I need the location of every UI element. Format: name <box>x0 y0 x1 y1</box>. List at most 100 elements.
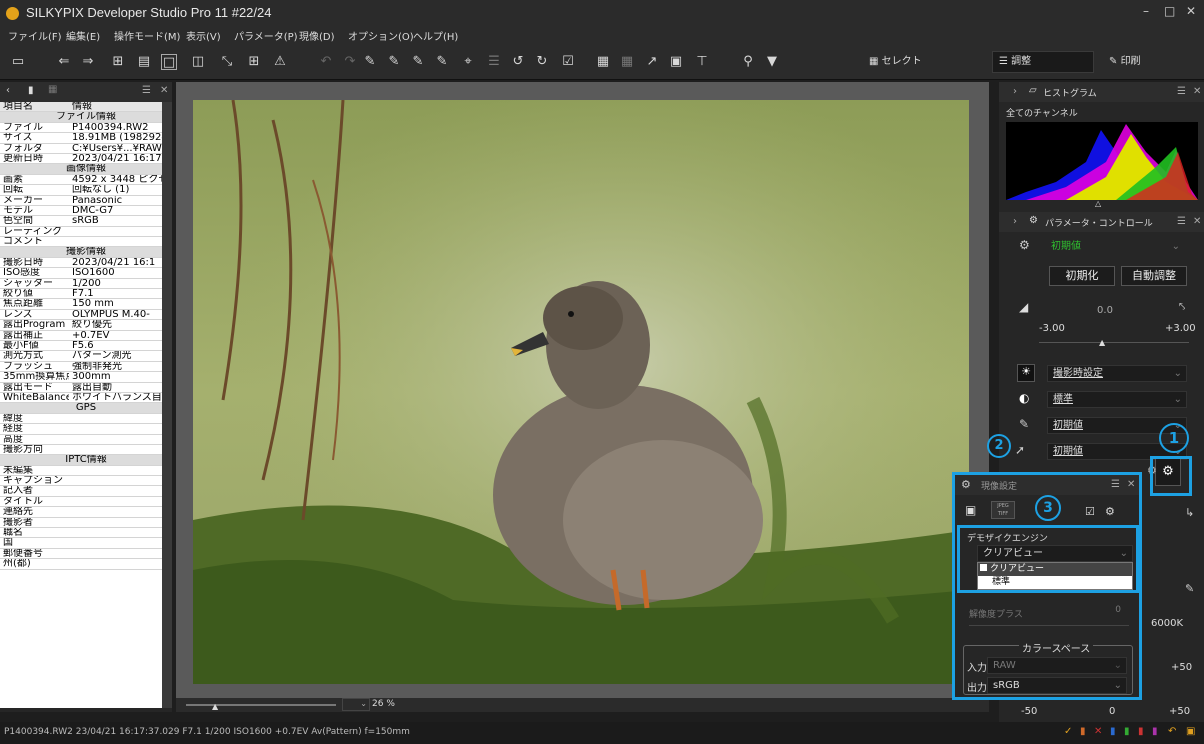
info-section-header[interactable]: ファイル情報 <box>0 112 172 123</box>
info-tab-icon[interactable]: ▮ <box>28 85 34 96</box>
status-red-tag-icon[interactable]: ▮ <box>1138 726 1144 737</box>
tone-icon[interactable]: ◐ <box>1019 391 1029 405</box>
reset-button[interactable]: 初期化 <box>1049 266 1115 286</box>
export-arrow-icon[interactable]: ↳ <box>1185 506 1194 519</box>
status-green-tag-icon[interactable]: ▮ <box>1124 726 1130 737</box>
param-menu-icon[interactable]: ☰ <box>1177 216 1186 227</box>
param-expand-icon[interactable]: › <box>1013 216 1017 227</box>
info-section-header[interactable]: IPTC情報 <box>0 455 172 466</box>
menu-edit[interactable]: 編集(E) <box>66 28 100 43</box>
checkbox-icon[interactable]: ☑ <box>560 54 576 70</box>
output-select[interactable]: sRGB ⌄ <box>987 677 1127 694</box>
auto-adjust-button[interactable]: 自動調整 <box>1121 266 1187 286</box>
sharpness-icon[interactable]: ✎ <box>1019 417 1029 431</box>
dev-settings-icon[interactable]: ⚙ <box>1105 505 1115 518</box>
redo-icon[interactable]: ↷ <box>342 54 358 70</box>
histogram-menu-icon[interactable]: ☰ <box>1177 86 1186 97</box>
filmstrip-view-icon[interactable]: ▤ <box>136 54 152 70</box>
fullscreen-icon[interactable]: ⤡ <box>219 54 235 70</box>
print-button[interactable]: ✎ 印刷 <box>1102 51 1194 73</box>
stack-icon[interactable]: ☰ <box>486 54 502 70</box>
status-undo-icon[interactable]: ↶ <box>1168 726 1176 737</box>
resolution-slider[interactable] <box>969 625 1129 626</box>
histogram-marker-icon[interactable]: △ <box>1095 199 1101 208</box>
rotate-left-icon[interactable]: ↺ <box>510 54 526 70</box>
zoom-dropdown[interactable]: ⌄ <box>342 698 370 711</box>
zoom-slider[interactable] <box>186 704 336 706</box>
panel-close-icon[interactable]: ✕ <box>160 85 168 96</box>
dropper-icon[interactable]: ✎ <box>1185 582 1194 595</box>
status-check-icon[interactable]: ✓ <box>1064 726 1072 737</box>
exposure-slider[interactable] <box>1039 342 1189 343</box>
histogram-expand-icon[interactable]: › <box>1013 86 1017 97</box>
develop-all-icon[interactable]: ▦ <box>619 54 635 70</box>
select-button[interactable]: ▦ セレクト <box>862 51 972 73</box>
resolution-value-box[interactable]: 0 <box>1065 605 1121 619</box>
menu-mode[interactable]: 操作モード(M) <box>114 28 180 43</box>
param-close-icon[interactable]: ✕ <box>1193 216 1201 227</box>
menu-help[interactable]: ヘルプ(H) <box>413 28 458 43</box>
grid-icon[interactable]: ⊞ <box>246 54 262 70</box>
panel-menu-icon[interactable]: ☰ <box>142 85 151 96</box>
menu-view[interactable]: 表示(V) <box>186 28 221 43</box>
paste-all-icon[interactable]: ✎ <box>410 54 426 70</box>
copy-param-icon[interactable]: ✎ <box>362 54 378 70</box>
exposure-auto-icon[interactable]: ⤣ <box>1179 300 1185 314</box>
menu-parameter[interactable]: パラメータ(P) <box>234 28 298 43</box>
prev-image-icon[interactable]: ⇐ <box>56 54 72 70</box>
adjust-button[interactable]: ☰ 調整 <box>992 51 1094 73</box>
menu-file[interactable]: ファイル(F) <box>8 28 62 43</box>
info-scrollbar[interactable] <box>162 102 172 708</box>
single-view-icon[interactable]: □ <box>161 54 177 70</box>
minimize-button[interactable]: – <box>1143 4 1149 18</box>
wb-select[interactable]: 撮影時設定 ⌄ <box>1047 365 1187 382</box>
open-file-icon[interactable]: ▭ <box>10 54 26 70</box>
tone-select[interactable]: 標準 ⌄ <box>1047 391 1187 408</box>
filter-icon[interactable]: ▼ <box>764 54 780 70</box>
status-blue-tag-icon[interactable]: ▮ <box>1110 726 1116 737</box>
menu-develop[interactable]: 現像(D) <box>299 28 335 43</box>
lock-icon[interactable]: ▣ <box>965 503 976 517</box>
dev-close-icon[interactable]: ✕ <box>1127 479 1135 490</box>
status-purple-tag-icon[interactable]: ▮ <box>1152 726 1158 737</box>
thumbnail-view-icon[interactable]: ⊞ <box>110 54 126 70</box>
demosaic-select[interactable]: クリアビュー ⌄ <box>977 545 1133 562</box>
next-image-icon[interactable]: ⇒ <box>80 54 96 70</box>
warning-icon[interactable]: ⚠ <box>272 54 288 70</box>
search-icon[interactable]: ⚲ <box>740 54 756 70</box>
exposure-value-box[interactable]: 0.0 <box>1075 302 1135 319</box>
export-icon[interactable]: ↗ <box>644 54 660 70</box>
pin-icon[interactable]: ⊤ <box>694 54 710 70</box>
status-lock-icon[interactable]: ▣ <box>1186 726 1195 737</box>
rotate-right-icon[interactable]: ↻ <box>534 54 550 70</box>
dev-menu-icon[interactable]: ☰ <box>1111 479 1120 490</box>
crop-icon[interactable]: ⌖ <box>460 54 476 70</box>
compare-view-icon[interactable]: ◫ <box>190 54 206 70</box>
status-reject-icon[interactable]: ✕ <box>1094 726 1102 737</box>
wb-sun-icon[interactable]: ☀ <box>1017 364 1035 382</box>
maximize-button[interactable]: □ <box>1164 4 1175 18</box>
histogram-channel-select[interactable]: 全てのチャンネル <box>1006 106 1078 119</box>
demosaic-option-standard[interactable]: 標準 <box>978 576 1132 589</box>
status-folder-icon[interactable]: ▮ <box>1080 726 1086 737</box>
folder-tab-icon[interactable]: ▦ <box>48 84 57 95</box>
preview-photo[interactable] <box>193 100 969 684</box>
reset-param-icon[interactable]: ✎ <box>434 54 450 70</box>
jpeg-tiff-button[interactable]: JPEG TIFF <box>991 501 1015 519</box>
monitor-icon[interactable]: ▣ <box>668 54 684 70</box>
exposure-slider-thumb[interactable]: ▲ <box>1099 338 1105 347</box>
info-section-header[interactable]: GPS <box>0 403 172 414</box>
collapse-icon[interactable]: ‹ <box>6 85 10 96</box>
preset-select[interactable]: 初期値 ⌄ <box>1045 238 1185 255</box>
zoom-slider-thumb[interactable]: ▲ <box>212 702 218 711</box>
dev-check-icon[interactable]: ☑ <box>1085 505 1095 518</box>
input-select[interactable]: RAW ⌄ <box>987 657 1127 674</box>
noise-icon[interactable]: ➚ <box>1015 443 1025 457</box>
develop-icon[interactable]: ▦ <box>595 54 611 70</box>
close-button[interactable]: ✕ <box>1186 4 1196 18</box>
info-section-header[interactable]: 撮影情報 <box>0 247 172 258</box>
demosaic-option-clearview[interactable]: クリアビュー <box>978 563 1132 576</box>
info-section-header[interactable]: 画像情報 <box>0 164 172 175</box>
menu-options[interactable]: オプション(O) <box>348 28 414 43</box>
histogram-close-icon[interactable]: ✕ <box>1193 86 1201 97</box>
